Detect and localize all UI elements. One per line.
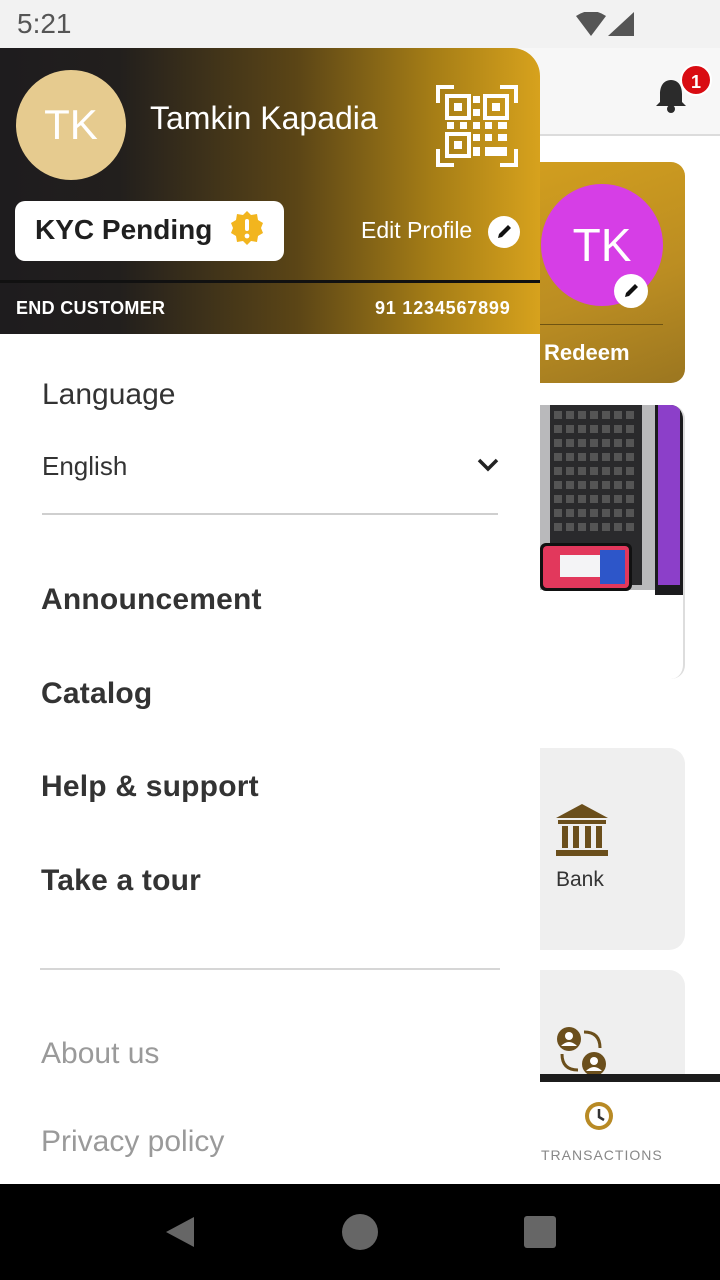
status-time: 5:21 <box>17 8 72 39</box>
laptop-phone-image <box>540 405 683 595</box>
menu-divider <box>40 968 500 970</box>
menu-item-help-support[interactable]: Help & support <box>41 770 259 804</box>
language-heading: Language <box>42 378 176 411</box>
menu-item-announcement[interactable]: Announcement <box>41 583 262 617</box>
menu-item-catalog[interactable]: Catalog <box>41 677 152 711</box>
product-banner-image[interactable] <box>540 405 685 679</box>
language-select[interactable]: English <box>42 451 127 482</box>
card-avatar-edit-button[interactable] <box>614 274 648 308</box>
drawer-header: TK Tamkin Kapadia KYC Pending Edit Profi… <box>0 48 540 334</box>
edit-profile-link[interactable]: Edit Profile <box>361 217 472 244</box>
card-divider <box>540 324 663 325</box>
tab-transactions[interactable]: TRANSACTIONS <box>541 1147 663 1163</box>
recent-apps-button[interactable] <box>524 1216 556 1248</box>
transactions-clock-icon <box>585 1102 613 1130</box>
signal-icon <box>608 12 634 36</box>
navigation-drawer: TK Tamkin Kapadia KYC Pending Edit Profi… <box>0 48 540 1184</box>
bottom-navigation <box>540 1074 720 1184</box>
qr-code-icon[interactable] <box>436 85 518 167</box>
warning-badge-icon <box>231 211 263 245</box>
home-button[interactable] <box>342 1214 378 1250</box>
header-divider <box>0 280 540 283</box>
language-select-underline <box>42 513 498 515</box>
link-privacy-policy[interactable]: Privacy policy <box>41 1125 224 1159</box>
wifi-icon <box>576 12 606 36</box>
back-icon[interactable] <box>164 1216 196 1248</box>
bank-label: Bank <box>556 868 604 891</box>
pencil-icon <box>498 225 511 238</box>
bank-icon <box>556 804 608 856</box>
kyc-status-label: KYC Pending <box>35 214 213 245</box>
status-bar: 5:21 <box>0 0 720 48</box>
user-role: END CUSTOMER <box>16 298 166 318</box>
profile-avatar[interactable]: TK <box>16 70 126 180</box>
menu-item-take-a-tour[interactable]: Take a tour <box>41 864 201 898</box>
pencil-icon <box>625 284 638 297</box>
edit-profile-button[interactable] <box>488 216 520 248</box>
chevron-down-icon[interactable] <box>476 457 500 473</box>
transfer-users-icon <box>557 1027 606 1076</box>
user-phone: 91 1234567899 <box>375 298 511 318</box>
link-about-us[interactable]: About us <box>41 1037 159 1071</box>
user-name: Tamkin Kapadia <box>150 100 378 136</box>
redeem-button[interactable]: Redeem <box>544 340 630 366</box>
notification-count-badge: 1 <box>680 64 712 96</box>
